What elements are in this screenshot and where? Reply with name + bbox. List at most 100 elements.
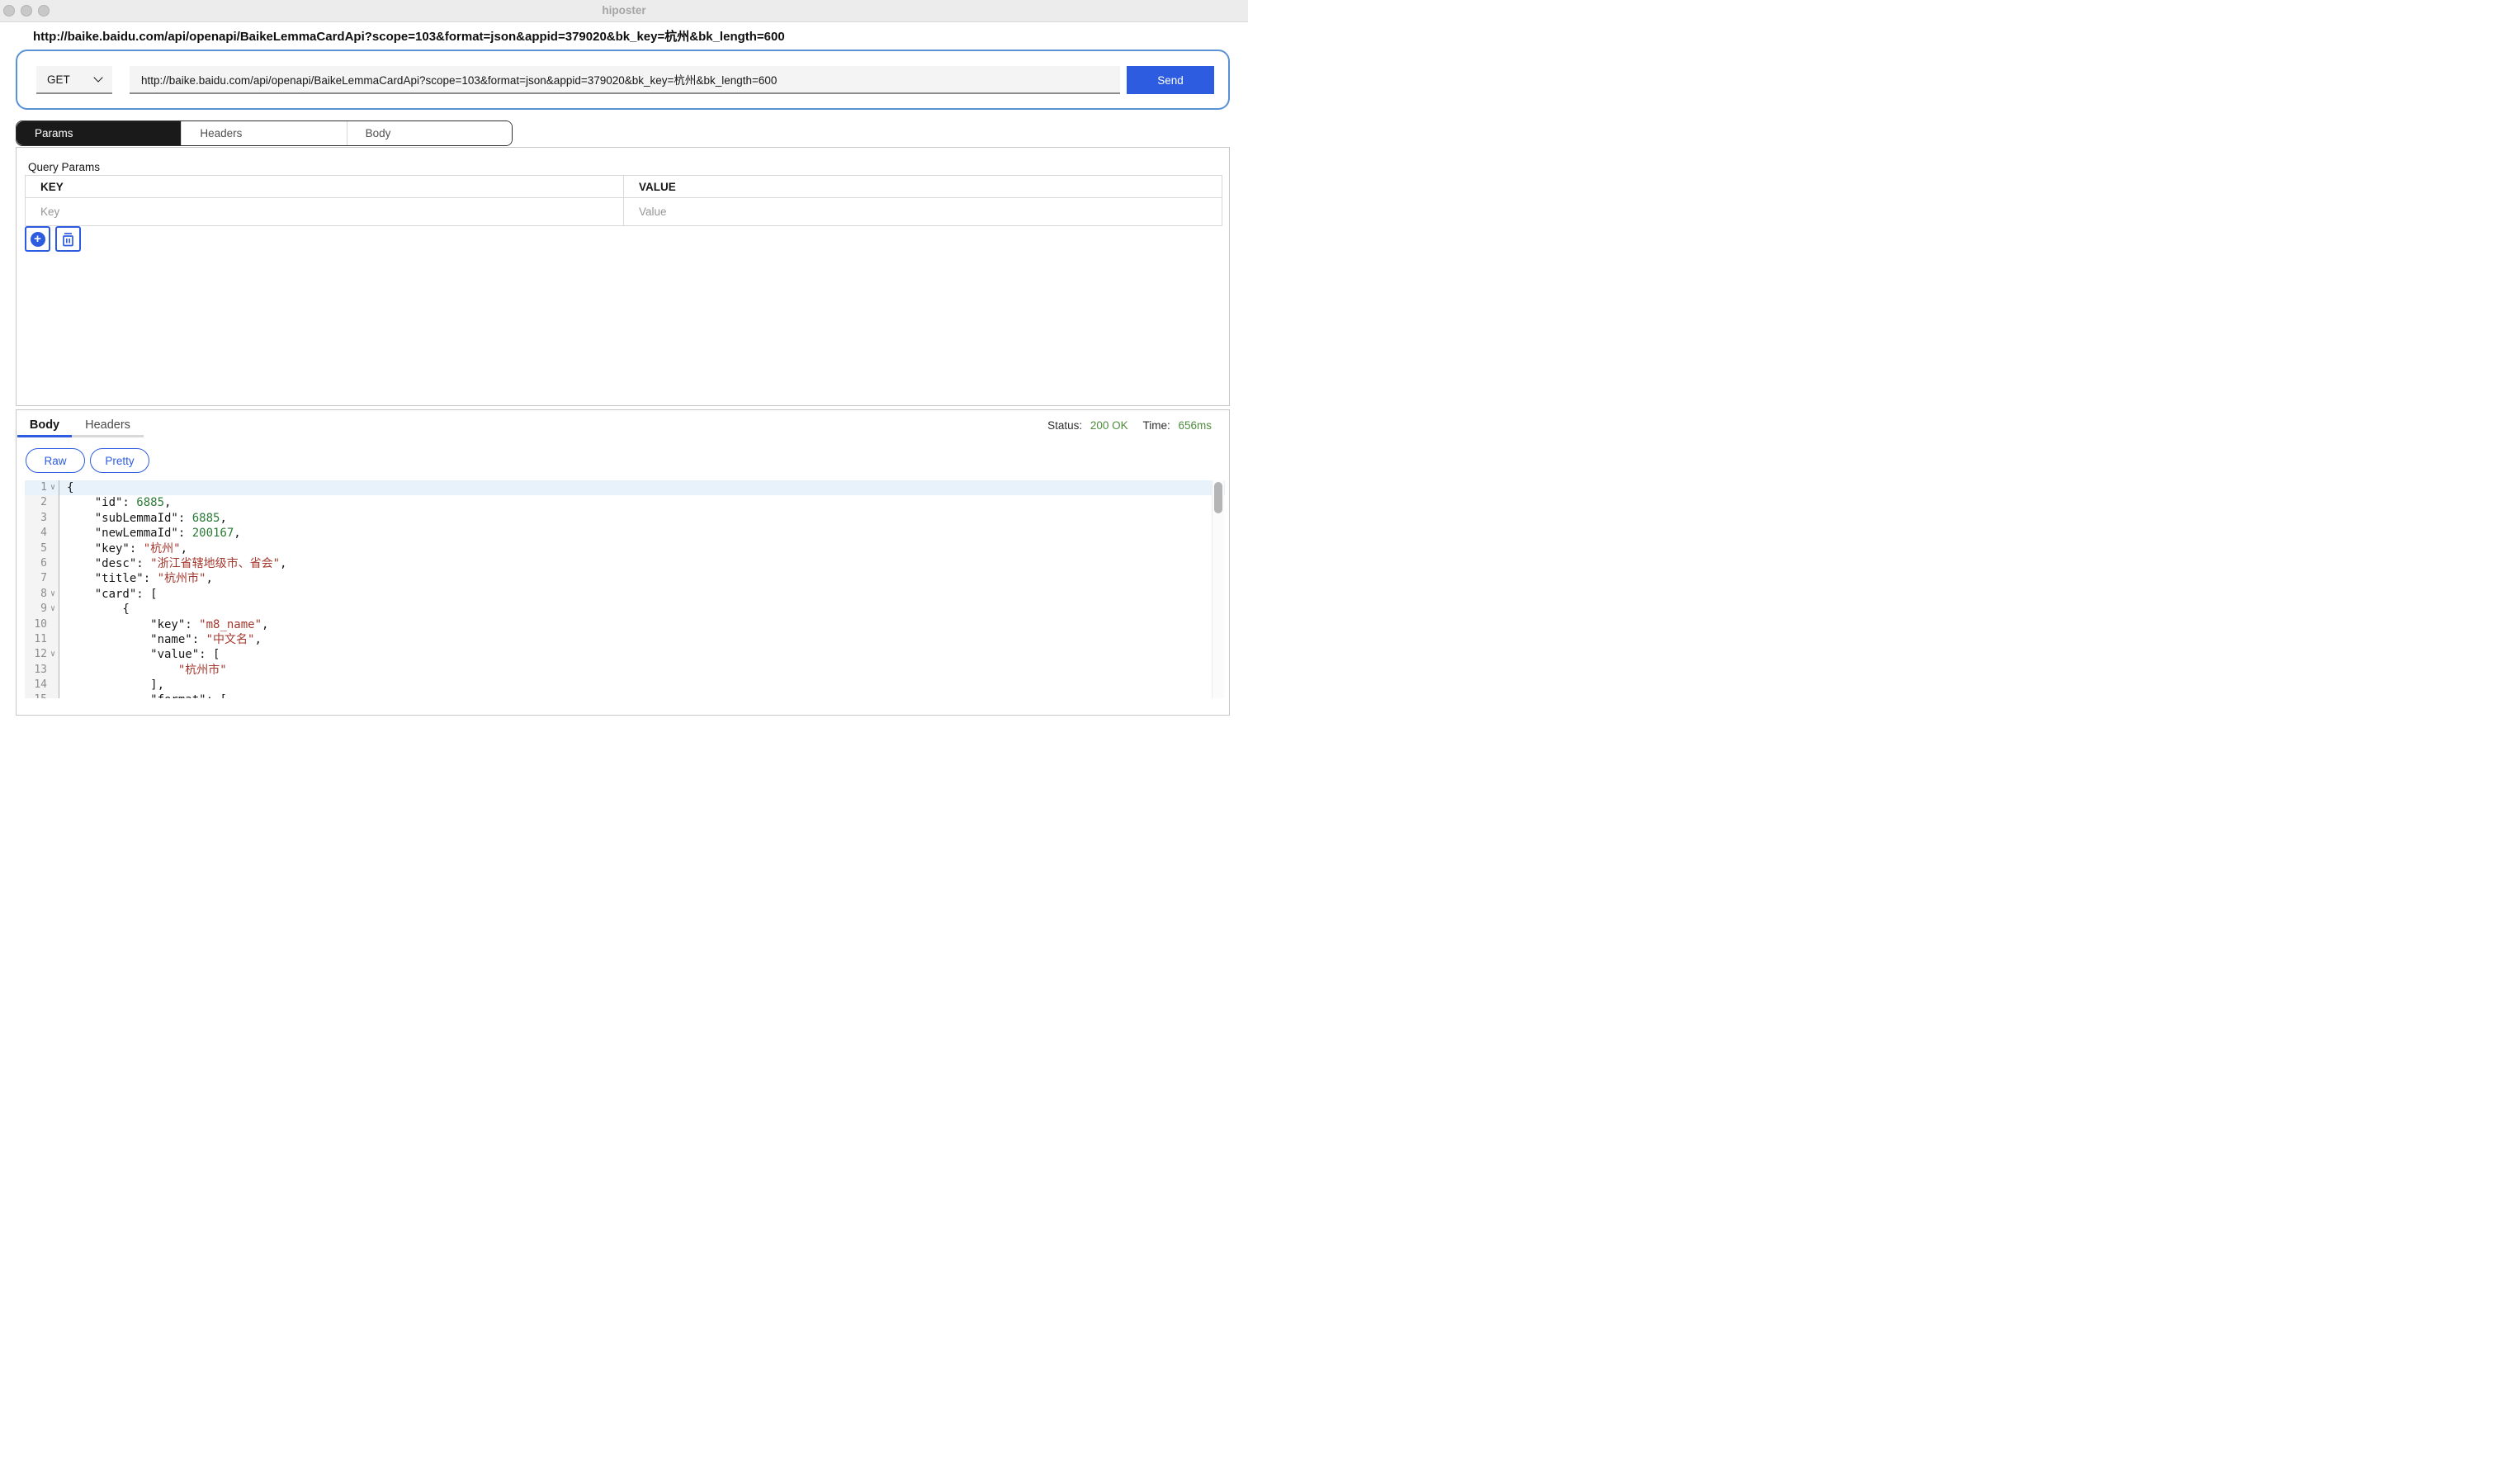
tab-body[interactable]: Body: [347, 121, 512, 145]
key-column-header: KEY: [26, 176, 624, 197]
response-tabs: Body Headers: [17, 415, 144, 437]
response-panel: Body Headers Status: 200 OK Time: 656ms …: [16, 409, 1230, 716]
fold-spacer: [47, 511, 59, 526]
code-line: 14 ],: [25, 678, 1225, 692]
chevron-down-icon: [93, 73, 102, 82]
param-value-input[interactable]: [624, 198, 1222, 225]
query-params-header-row: KEY VALUE: [26, 176, 1222, 198]
fold-spacer: [47, 495, 59, 510]
query-param-row: [26, 198, 1222, 225]
line-number: 14: [25, 678, 47, 692]
line-gutter: 13: [25, 663, 59, 678]
params-panel: Query Params KEY VALUE +: [16, 147, 1230, 406]
code-line: 4 "newLemmaId": 200167,: [25, 526, 1225, 541]
code-text: "key": "m8_name",: [59, 617, 268, 632]
code-text: "value": [: [59, 647, 220, 662]
line-gutter: 5: [25, 541, 59, 556]
line-gutter: 15: [25, 692, 59, 698]
line-gutter: 1∨: [25, 480, 59, 495]
param-key-input[interactable]: [26, 198, 623, 225]
request-url-heading: http://baike.baidu.com/api/openapi/Baike…: [33, 27, 785, 45]
fold-spacer: [47, 692, 59, 698]
line-gutter: 10: [25, 617, 59, 632]
time-label: Time:: [1142, 419, 1170, 432]
fold-collapse-icon[interactable]: ∨: [47, 647, 59, 662]
tab-params[interactable]: Params: [17, 121, 181, 145]
line-number: 11: [25, 632, 47, 647]
code-text: "name": "中文名",: [59, 632, 262, 647]
status-value: 200 OK: [1090, 419, 1128, 432]
line-number: 4: [25, 526, 47, 541]
method-select[interactable]: GET: [36, 66, 112, 94]
line-gutter: 8∨: [25, 587, 59, 602]
tab-headers[interactable]: Headers: [181, 121, 346, 145]
fold-spacer: [47, 556, 59, 571]
query-params-title: Query Params: [28, 161, 100, 173]
response-tab-headers[interactable]: Headers: [72, 415, 144, 437]
line-number: 10: [25, 617, 47, 632]
code-text: ],: [59, 678, 164, 692]
code-line: 13 "杭州市": [25, 663, 1225, 678]
view-mode-buttons: Raw Pretty: [26, 448, 149, 473]
code-line: 12∨ "value": [: [25, 647, 1225, 662]
scrollbar-thumb[interactable]: [1214, 482, 1222, 513]
code-text: "title": "杭州市",: [59, 571, 213, 586]
time-value: 656ms: [1178, 419, 1212, 432]
fold-spacer: [47, 632, 59, 647]
line-gutter: 3: [25, 511, 59, 526]
code-line: 9∨ {: [25, 602, 1225, 617]
trash-icon: [61, 232, 75, 247]
window-titlebar: hiposter: [0, 0, 1248, 22]
line-gutter: 9∨: [25, 602, 59, 617]
fold-spacer: [47, 526, 59, 541]
fold-collapse-icon[interactable]: ∨: [47, 602, 59, 617]
fold-spacer: [47, 541, 59, 556]
raw-view-button[interactable]: Raw: [26, 448, 85, 473]
line-gutter: 6: [25, 556, 59, 571]
code-text: "desc": "浙江省辖地级市、省会",: [59, 556, 286, 571]
query-params-table: KEY VALUE: [25, 175, 1222, 226]
status-label: Status:: [1047, 419, 1082, 432]
fold-spacer: [47, 617, 59, 632]
response-tab-body[interactable]: Body: [17, 415, 72, 437]
add-icon: +: [31, 232, 45, 247]
url-input[interactable]: [130, 66, 1120, 94]
fold-spacer: [47, 571, 59, 586]
line-gutter: 11: [25, 632, 59, 647]
param-actions: +: [25, 226, 81, 252]
fold-spacer: [47, 663, 59, 678]
value-column-header: VALUE: [624, 176, 1222, 197]
line-number: 13: [25, 663, 47, 678]
line-number: 1: [25, 480, 47, 495]
code-line: 5 "key": "杭州",: [25, 541, 1225, 556]
pretty-view-button[interactable]: Pretty: [90, 448, 149, 473]
fold-collapse-icon[interactable]: ∨: [47, 480, 59, 495]
line-number: 3: [25, 511, 47, 526]
add-param-button[interactable]: +: [25, 226, 50, 252]
code-line: 1∨{: [25, 480, 1225, 495]
code-line: 2 "id": 6885,: [25, 495, 1225, 510]
line-number: 7: [25, 571, 47, 586]
send-button[interactable]: Send: [1127, 66, 1214, 94]
line-number: 2: [25, 495, 47, 510]
line-gutter: 4: [25, 526, 59, 541]
line-number: 15: [25, 692, 47, 698]
code-line: 10 "key": "m8_name",: [25, 617, 1225, 632]
code-line: 8∨ "card": [: [25, 587, 1225, 602]
code-text: "key": "杭州",: [59, 541, 187, 556]
code-text: "card": [: [59, 587, 158, 602]
code-line: 15 "format": [: [25, 692, 1225, 698]
request-tabs: Params Headers Body: [16, 121, 513, 146]
code-text: "subLemmaId": 6885,: [59, 511, 227, 526]
fold-spacer: [47, 678, 59, 692]
line-gutter: 7: [25, 571, 59, 586]
fold-collapse-icon[interactable]: ∨: [47, 587, 59, 602]
line-number: 6: [25, 556, 47, 571]
delete-param-button[interactable]: [55, 226, 81, 252]
code-line: 7 "title": "杭州市",: [25, 571, 1225, 586]
vertical-scrollbar[interactable]: [1212, 480, 1224, 698]
code-line: 6 "desc": "浙江省辖地级市、省会",: [25, 556, 1225, 571]
request-bar: GET Send: [16, 50, 1230, 110]
line-number: 5: [25, 541, 47, 556]
line-gutter: 12∨: [25, 647, 59, 662]
